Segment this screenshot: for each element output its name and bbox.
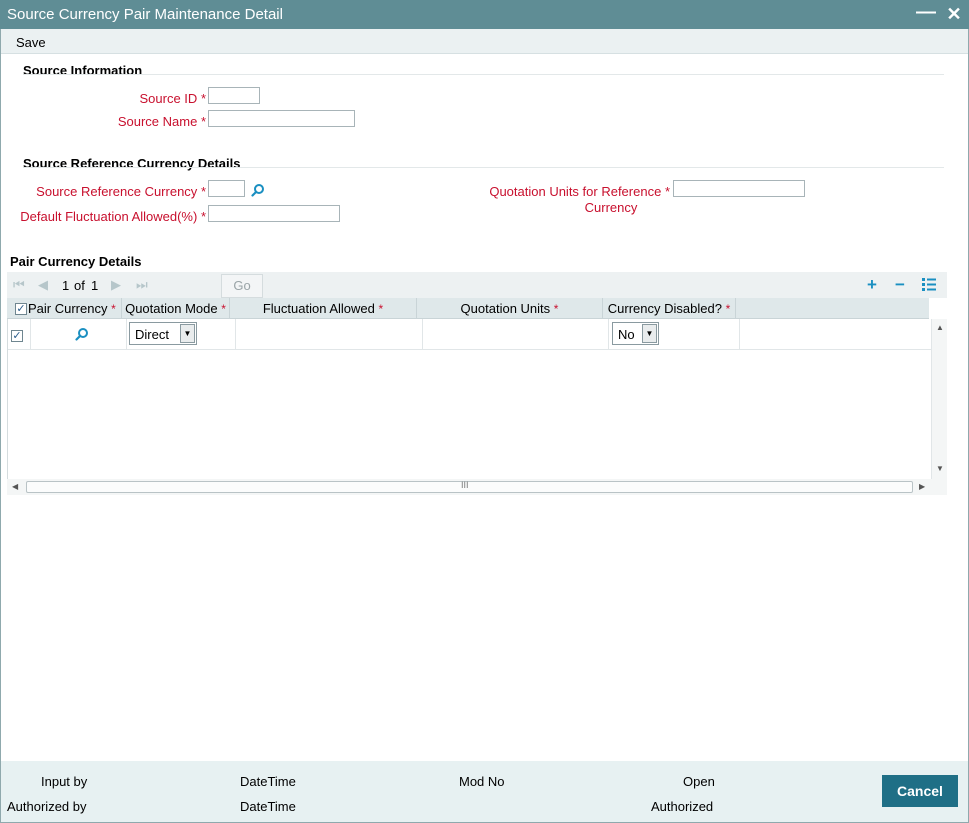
next-page-icon[interactable]: ▶	[111, 277, 121, 293]
source-id-input[interactable]	[208, 87, 260, 104]
section-divider	[23, 167, 944, 168]
audit-footer: Input by DateTime Mod No Open Authorized…	[1, 761, 968, 822]
column-header-currency-disabled[interactable]: Currency Disabled? *	[603, 298, 736, 319]
grid-header: ✓ Pair Currency * Quotation Mode * Fluct…	[7, 298, 929, 319]
single-view-icon[interactable]	[922, 278, 936, 291]
default-fluctuation-label: Default Fluctuation Allowed(%) *	[20, 209, 206, 224]
quotation-units-cell[interactable]	[423, 319, 609, 350]
column-header-quotation-units[interactable]: Quotation Units *	[417, 298, 603, 319]
table-row: ✓ Direct ▼ No ▼	[8, 319, 932, 350]
source-name-label: Source Name *	[117, 114, 206, 129]
fluctuation-allowed-cell[interactable]	[236, 319, 423, 350]
column-header-fluctuation-allowed[interactable]: Fluctuation Allowed *	[230, 298, 417, 319]
pair-currency-cell[interactable]	[31, 319, 127, 350]
grid-navigation-bar: ⏮ ◀ 1 of 1 ▶ ⏭ Go + −	[7, 272, 947, 298]
default-fluctuation-input[interactable]	[208, 205, 340, 222]
scroll-left-icon[interactable]: ◀	[12, 482, 18, 491]
current-page-number: 1	[62, 278, 70, 293]
chevron-down-icon: ▼	[642, 324, 657, 343]
source-id-label: Source ID *	[139, 91, 207, 106]
search-icon[interactable]	[75, 327, 89, 341]
toolbar: Save	[1, 29, 968, 54]
cancel-button[interactable]: Cancel	[882, 775, 958, 807]
search-icon[interactable]	[251, 183, 265, 197]
open-label: Open	[683, 774, 715, 789]
title-bar: Source Currency Pair Maintenance Detail …	[0, 0, 969, 29]
reference-currency-heading: Source Reference Currency Details	[23, 156, 241, 171]
delete-row-icon[interactable]: −	[895, 275, 905, 295]
scroll-right-icon[interactable]: ▶	[919, 482, 925, 491]
select-all-checkbox[interactable]: ✓	[15, 303, 27, 315]
chevron-down-icon: ▼	[180, 324, 195, 343]
column-header-pair-currency[interactable]: ✓ Pair Currency *	[7, 298, 122, 319]
quotation-units-label: Quotation Units for Reference *	[489, 184, 670, 199]
mod-no-label: Mod No	[459, 774, 505, 789]
page-of-label: of	[74, 278, 85, 293]
close-icon[interactable]: ✕	[944, 3, 964, 25]
quotation-mode-select[interactable]: Direct ▼	[129, 322, 197, 345]
previous-page-icon[interactable]: ◀	[38, 277, 48, 293]
scroll-grip: III	[461, 480, 469, 490]
add-row-icon[interactable]: +	[867, 275, 877, 295]
scroll-thumb[interactable]: III	[26, 480, 913, 493]
scroll-up-icon[interactable]: ▲	[936, 323, 944, 332]
input-by-label: Input by	[41, 774, 88, 789]
source-information-heading: Source Information	[23, 63, 143, 78]
source-name-input[interactable]	[208, 110, 355, 127]
source-reference-currency-label: Source Reference Currency *	[36, 184, 206, 199]
window-title: Source Currency Pair Maintenance Detail	[7, 6, 283, 23]
column-header-quotation-mode[interactable]: Quotation Mode *	[122, 298, 230, 319]
total-pages: 1	[91, 278, 99, 293]
section-divider	[23, 74, 944, 75]
datetime-label: DateTime	[240, 774, 296, 789]
pair-currency-heading: Pair Currency Details	[10, 254, 142, 269]
datetime-label: DateTime	[240, 799, 296, 814]
row-checkbox[interactable]: ✓	[11, 330, 23, 342]
go-button[interactable]: Go	[221, 274, 263, 298]
save-button[interactable]: Save	[16, 35, 46, 50]
quotation-units-input[interactable]	[673, 180, 805, 197]
last-page-icon[interactable]: ⏭	[136, 277, 148, 293]
currency-disabled-select[interactable]: No ▼	[612, 322, 659, 345]
minimize-icon[interactable]: —	[916, 2, 936, 25]
source-reference-currency-input[interactable]	[208, 180, 245, 197]
scroll-down-icon[interactable]: ▼	[936, 464, 944, 473]
authorized-label: Authorized	[651, 799, 714, 814]
authorized-by-label: Authorized by	[7, 799, 87, 814]
horizontal-scrollbar[interactable]: ◀ III ▶	[7, 479, 947, 495]
row-select-cell: ✓	[8, 319, 31, 350]
quotation-mode-cell: Direct ▼	[127, 319, 236, 350]
quotation-units-label-line2: Currency	[584, 200, 638, 215]
grid-body: ✓ Direct ▼ No ▼	[7, 319, 932, 479]
currency-disabled-cell: No ▼	[609, 319, 740, 350]
first-page-icon[interactable]: ⏮	[13, 277, 25, 293]
vertical-scrollbar[interactable]: ▲ ▼	[931, 319, 947, 479]
